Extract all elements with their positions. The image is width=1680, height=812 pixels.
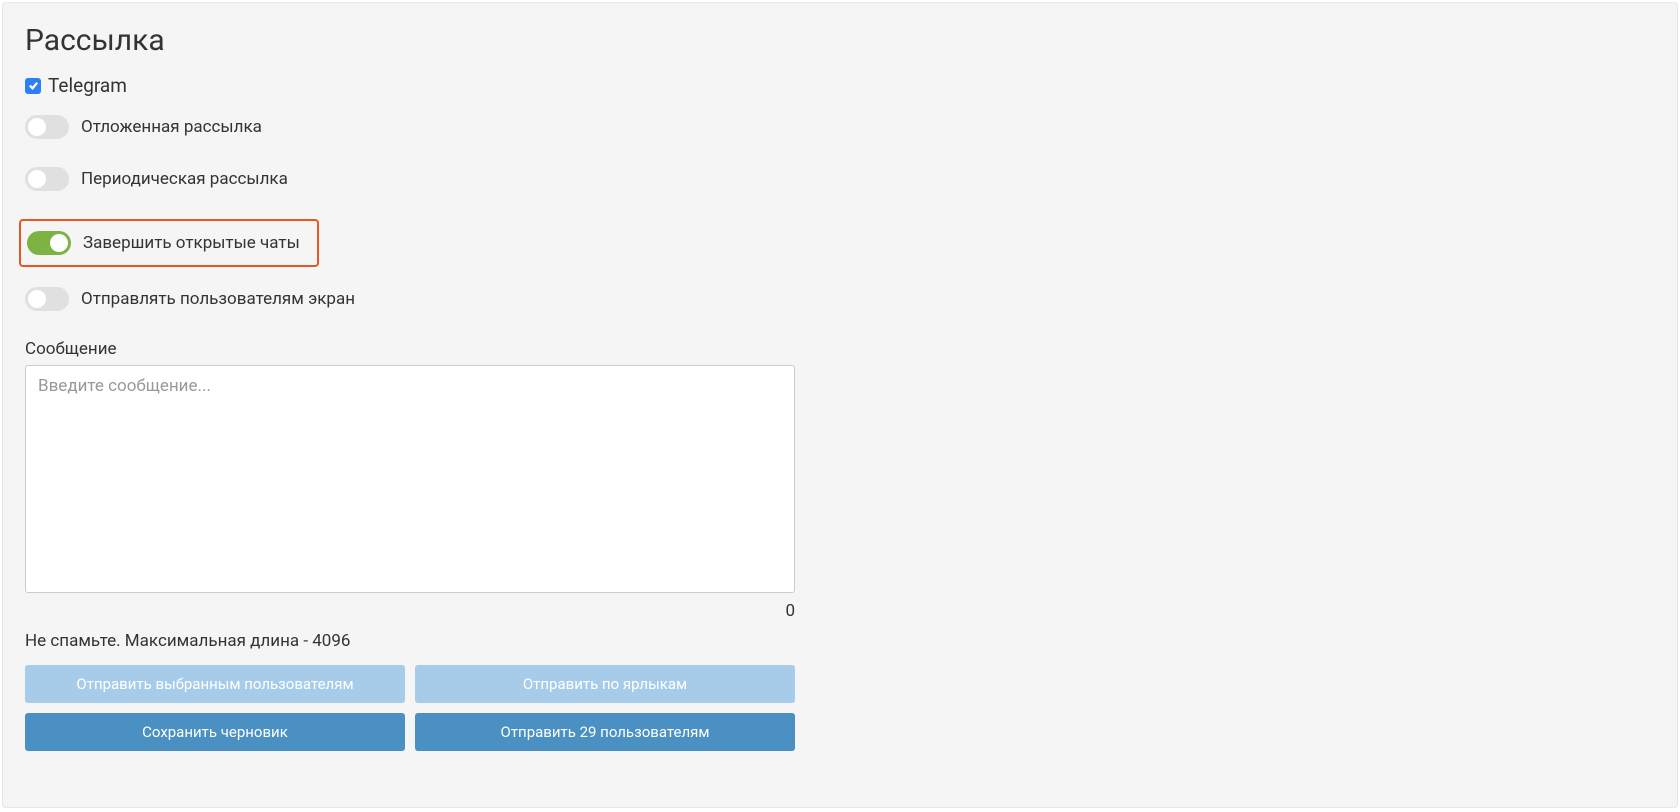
send-by-tags-button[interactable]: Отправить по ярлыкам [415,665,795,703]
message-input[interactable] [25,365,795,593]
telegram-label: Telegram [48,74,127,97]
telegram-channel-row: Telegram [25,74,1655,97]
toggle-knob [50,234,68,252]
toggle-knob [28,290,46,308]
periodic-toggle[interactable] [25,167,69,191]
delayed-toggle-label: Отложенная рассылка [81,117,262,137]
periodic-toggle-row: Периодическая рассылка [25,167,1655,191]
periodic-toggle-label: Периодическая рассылка [81,169,288,189]
broadcast-panel: Рассылка Telegram Отложенная рассылка Пе… [2,2,1678,808]
message-hint: Не спамьте. Максимальная длина - 4096 [25,631,1655,651]
delayed-toggle-row: Отложенная рассылка [25,115,1655,139]
close-chats-toggle-row: Завершить открытые чаты [19,219,319,267]
telegram-checkbox[interactable] [25,78,41,94]
send-screen-toggle-row: Отправлять пользователям экран [25,287,1655,311]
button-row-2: Сохранить черновик Отправить 29 пользова… [25,713,795,751]
check-icon [28,80,39,91]
delayed-toggle[interactable] [25,115,69,139]
send-screen-toggle[interactable] [25,287,69,311]
send-selected-button[interactable]: Отправить выбранным пользователям [25,665,405,703]
close-chats-toggle[interactable] [27,231,71,255]
send-to-users-button[interactable]: Отправить 29 пользователям [415,713,795,751]
close-chats-toggle-label: Завершить открытые чаты [83,233,300,253]
char-counter: 0 [25,601,795,621]
save-draft-button[interactable]: Сохранить черновик [25,713,405,751]
toggle-knob [28,170,46,188]
button-row-1: Отправить выбранным пользователям Отправ… [25,665,795,703]
page-title: Рассылка [25,23,1655,58]
toggle-knob [28,118,46,136]
message-label: Сообщение [25,339,1655,359]
send-screen-toggle-label: Отправлять пользователям экран [81,289,355,309]
action-buttons: Отправить выбранным пользователям Отправ… [25,665,795,751]
